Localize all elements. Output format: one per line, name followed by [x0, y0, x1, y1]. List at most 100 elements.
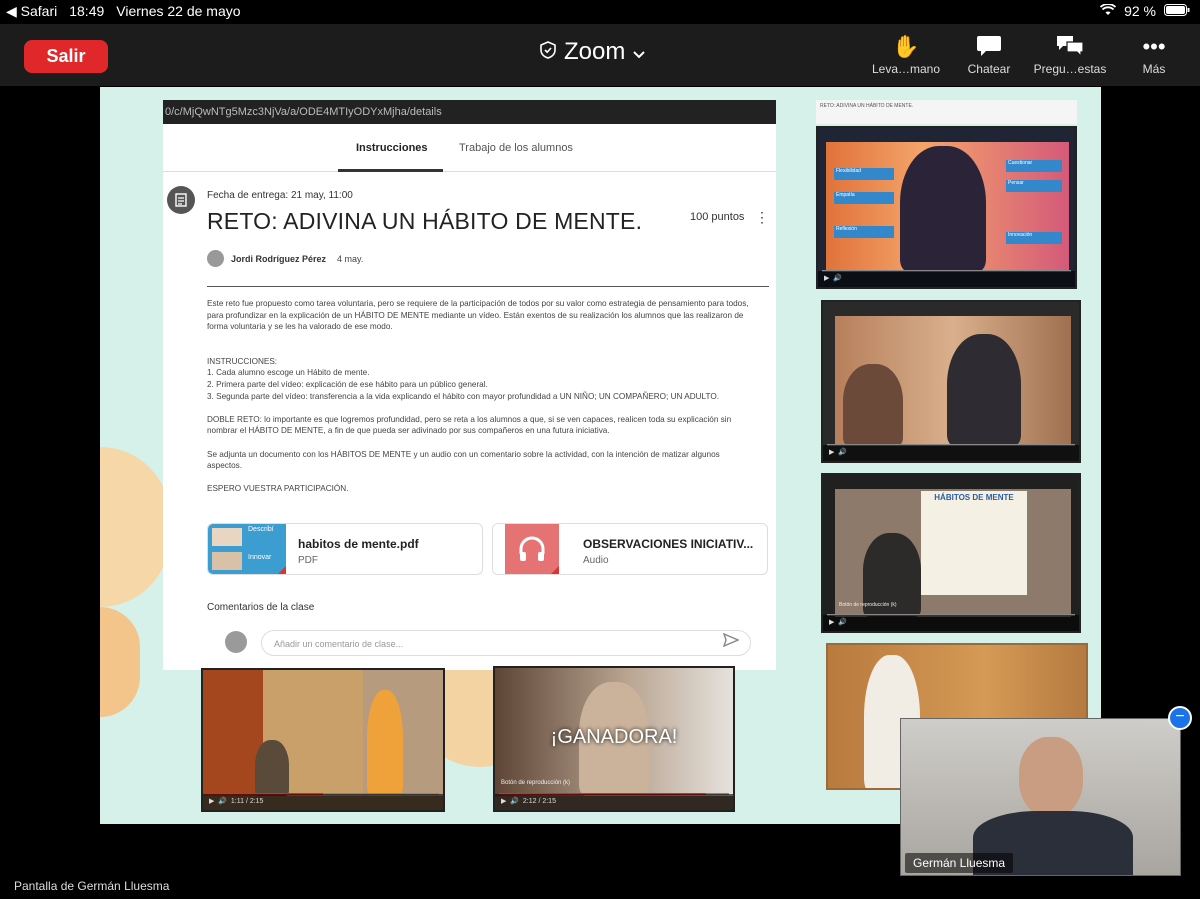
chat-button[interactable]: Chatear: [944, 34, 1034, 76]
self-view-video[interactable]: Germán Lluesma: [900, 718, 1181, 876]
status-time: 18:49: [69, 3, 105, 19]
meeting-title[interactable]: Zoom: [540, 38, 646, 66]
raise-hand-label: Leva…mano: [871, 62, 941, 76]
video-controls[interactable]: ▶ 🔊: [818, 271, 1075, 287]
send-icon[interactable]: [722, 632, 740, 650]
chat-label: Chatear: [967, 62, 1011, 76]
decorative-blob: [100, 607, 140, 717]
zoom-toolbar: Salir Zoom ✋ Leva…mano Chatear Pregu…est…: [0, 24, 1200, 86]
assignment-icon: [167, 186, 195, 214]
classroom-page: 0/c/MjQwNTg5Mzc3NjVa/a/ODE4MTIyODYxMjha/…: [163, 100, 776, 670]
video-person: [900, 146, 986, 272]
author-name: Jordi Rodríguez Pérez: [231, 254, 327, 264]
video-tile: Pensar: [1006, 180, 1062, 192]
tab-bar: Instrucciones Trabajo de los alumnos: [163, 124, 776, 172]
video-player[interactable]: HÁBITOS DE MENTE Botón de reproducción (…: [821, 473, 1081, 633]
meeting-title-label: Zoom: [564, 38, 626, 65]
minimize-video-button[interactable]: −: [1168, 706, 1192, 730]
video-person: [255, 740, 289, 796]
right-column-title: RETO: ADIVINA UN HÁBITO DE MENTE.: [820, 103, 914, 109]
more-label: Más: [1142, 62, 1166, 76]
video-tile: Reflexión: [834, 226, 894, 238]
video-player[interactable]: ¡GANADORA! Botón de reproducción (k) ▶ 🔊…: [493, 666, 735, 812]
attachment-pdf[interactable]: Describí Innovar habitos de mente.pdf PD…: [207, 523, 483, 575]
video-controls[interactable]: ▶ 🔊 1:11 / 2:15: [203, 794, 443, 810]
active-tab-indicator: [338, 169, 443, 172]
video-tile: Empatía: [834, 192, 894, 204]
more-icon: •••: [1142, 34, 1166, 59]
tab-instructions[interactable]: Instrucciones: [356, 142, 428, 154]
qa-label: Pregu…estas: [1033, 62, 1107, 76]
video-tile: Innovación: [1006, 232, 1062, 244]
video-scene: [203, 670, 263, 796]
more-button[interactable]: ••• Más: [1109, 34, 1199, 76]
more-options-icon[interactable]: ⋮: [755, 209, 769, 226]
pdf-thumbnail: Describí Innovar: [208, 524, 286, 574]
due-date: Fecha de entrega: 21 may, 11:00: [207, 190, 353, 201]
decorative-blob: [100, 447, 170, 607]
paragraph: Este reto fue propuesto como tarea volun…: [207, 299, 749, 332]
thumb-label: Innovar: [248, 554, 272, 561]
video-controls[interactable]: ▶ 🔊: [823, 615, 1079, 631]
attachment-type: Audio: [583, 555, 609, 566]
paragraph: 1. Cada alumno escoge un Hábito de mente…: [207, 368, 370, 378]
attachment-audio[interactable]: OBSERVACIONES INICIATIV... Audio: [492, 523, 768, 575]
commenter-avatar: [225, 631, 247, 653]
url-bar[interactable]: 0/c/MjQwNTg5Mzc3NjVa/a/ODE4MTIyODYxMjha/…: [163, 100, 776, 124]
attachment-name: habitos de mente.pdf: [298, 537, 419, 551]
video-player[interactable]: Flexibilidad Empatía Reflexión Cuestiona…: [816, 126, 1077, 289]
raise-hand-icon: ✋: [892, 34, 920, 59]
paragraph: DOBLE RETO: lo importante es que logremo…: [207, 414, 732, 436]
comment-input[interactable]: Añadir un comentario de clase...: [261, 630, 751, 656]
battery-icon: [1164, 3, 1190, 19]
headphones-icon: [517, 534, 547, 569]
tab-student-work[interactable]: Trabajo de los alumnos: [459, 142, 573, 154]
video-overlay-text: ¡GANADORA!: [550, 726, 678, 748]
thumb-label: Describí: [248, 526, 274, 533]
chevron-down-icon: [633, 38, 646, 66]
poster: HÁBITOS DE MENTE: [921, 491, 1027, 595]
video-player[interactable]: ▶ 🔊: [821, 300, 1081, 463]
comments-heading: Comentarios de la clase: [207, 602, 315, 613]
video-tile: Cuestionar: [1006, 160, 1062, 172]
paragraph: INSTRUCCIONES:: [207, 356, 278, 366]
paragraph: 3. Segunda parte del vídeo: transferenci…: [207, 391, 719, 401]
video-player[interactable]: ▶ 🔊 1:11 / 2:15: [201, 668, 445, 812]
poster-title: HÁBITOS DE MENTE: [934, 493, 1014, 502]
leave-button[interactable]: Salir: [24, 40, 108, 73]
video-tile: Flexibilidad: [834, 168, 894, 180]
attachment-name: OBSERVACIONES INICIATIV...: [583, 537, 754, 551]
attachment-type: PDF: [298, 555, 318, 566]
back-app[interactable]: ◀ Safari: [6, 3, 57, 20]
status-bar: ◀ Safari 18:49 Viernes 22 de mayo 92 %: [0, 0, 1200, 24]
status-date: Viernes 22 de mayo: [116, 3, 241, 19]
qa-icon: [1025, 34, 1115, 62]
video-person: [947, 334, 1021, 446]
paragraph: 2. Primera parte del vídeo: explicación …: [207, 379, 488, 389]
video-person: [367, 690, 403, 796]
video-controls[interactable]: ▶ 🔊: [823, 445, 1079, 461]
right-column-header: RETO: ADIVINA UN HÁBITO DE MENTE.: [816, 100, 1077, 124]
video-controls[interactable]: ▶ 🔊 2:12 / 2:15: [495, 794, 733, 810]
audio-thumbnail: [493, 524, 571, 574]
shared-screen: 0/c/MjQwNTg5Mzc3NjVa/a/ODE4MTIyODYxMjha/…: [100, 87, 1101, 824]
video-time: 1:11 / 2:15: [230, 798, 264, 805]
raise-hand-button[interactable]: ✋ Leva…mano: [861, 34, 951, 76]
video-person: [843, 364, 903, 446]
instructions-text: Este reto fue propuesto como tarea volun…: [207, 298, 752, 507]
video-caption: Botón de reproducción (k): [501, 780, 571, 786]
points: 100 puntos: [690, 211, 745, 223]
wifi-icon: [1099, 3, 1117, 19]
video-time: 2:12 / 2:15: [522, 798, 556, 805]
screen-share-label: Pantalla de Germán Lluesma: [14, 879, 170, 893]
paragraph: ESPERO VUESTRA PARTICIPACIÓN.: [207, 484, 349, 494]
author-avatar: [207, 250, 224, 267]
post-date: 4 may.: [337, 254, 364, 264]
qa-button[interactable]: Pregu…estas: [1025, 34, 1115, 76]
video-person-face: [1019, 737, 1083, 817]
video-caption: Botón de reproducción (k): [839, 602, 897, 608]
paragraph: Se adjunta un documento con los HÁBITOS …: [207, 449, 720, 471]
battery-percent: 92 %: [1124, 3, 1156, 19]
participant-name: Germán Lluesma: [905, 853, 1014, 873]
chat-icon: [944, 34, 1034, 62]
